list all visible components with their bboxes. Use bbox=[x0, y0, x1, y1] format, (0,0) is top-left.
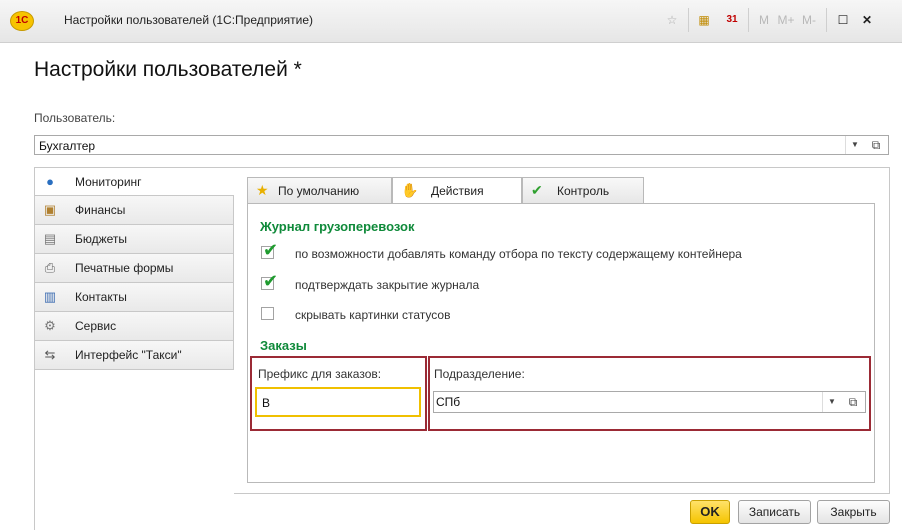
chevron-down-icon[interactable]: ▼ bbox=[822, 392, 841, 412]
user-value: Бухгалтер bbox=[39, 139, 96, 153]
memory-plus-button[interactable]: M+ bbox=[775, 10, 797, 30]
save-button[interactable]: Записать bbox=[738, 500, 811, 524]
prefix-label: Префикс для заказов: bbox=[258, 367, 382, 381]
star-icon: ★ bbox=[256, 182, 269, 198]
settings-sections-nav: ● Мониторинг ▣ Финансы ▤ Бюджеты ⎙ Печат… bbox=[34, 167, 234, 370]
close-button[interactable]: Закрыть bbox=[817, 500, 890, 524]
calculator-icon[interactable]: ▦ bbox=[694, 10, 714, 30]
close-icon[interactable]: ✕ bbox=[858, 10, 876, 30]
tab-default[interactable]: ★ По умолчанию bbox=[247, 177, 392, 203]
nav-item-label: Контакты bbox=[75, 290, 127, 304]
tab-control[interactable]: ✔ Контроль bbox=[522, 177, 644, 203]
checkbox-confirm-close-journal[interactable]: ✔ bbox=[261, 271, 278, 291]
globe-icon: ● bbox=[46, 174, 54, 189]
window-title-bar: 1С Настройки пользователей (1С:Предприят… bbox=[0, 0, 902, 43]
hand-icon: ✋ bbox=[401, 182, 419, 198]
checkmark-icon: ✔ bbox=[531, 182, 543, 198]
nav-item-label: Сервис bbox=[75, 319, 117, 333]
page-title: Настройки пользователей * bbox=[34, 58, 302, 81]
option-label: подтверждать закрытие журнала bbox=[295, 278, 480, 292]
open-icon[interactable]: ⧉ bbox=[843, 392, 863, 412]
nav-item-label: Мониторинг bbox=[75, 175, 142, 189]
app-logo-icon: 1С bbox=[10, 11, 34, 31]
window-title: Настройки пользователей (1С:Предприятие) bbox=[64, 13, 313, 27]
calculator-icon: ▤ bbox=[43, 231, 57, 246]
division-value: СПб bbox=[436, 395, 461, 409]
checkmark-icon: ✔ bbox=[263, 240, 279, 260]
checkmark-icon: ✔ bbox=[263, 271, 279, 291]
tab-panel-actions bbox=[247, 203, 875, 483]
nav-item-budgets[interactable]: ▤ Бюджеты bbox=[34, 225, 234, 254]
toolbar-separator bbox=[748, 8, 749, 32]
toolbar-separator bbox=[826, 8, 827, 32]
division-field[interactable]: СПб ▼ ⧉ bbox=[433, 391, 866, 413]
nav-border bbox=[34, 370, 35, 530]
nav-item-contacts[interactable]: ▥ Контакты bbox=[34, 283, 234, 312]
nav-item-label: Бюджеты bbox=[75, 232, 128, 246]
chevron-down-icon[interactable]: ▼ bbox=[845, 136, 864, 154]
maximize-icon[interactable]: ☐ bbox=[834, 10, 852, 30]
printer-icon: ⎙ bbox=[44, 260, 56, 275]
tab-actions[interactable]: ✋ Действия bbox=[392, 177, 522, 205]
finance-icon: ▣ bbox=[43, 202, 57, 217]
nav-item-label: Интерфейс "Такси" bbox=[75, 348, 182, 362]
nav-item-label: Печатные формы bbox=[75, 261, 174, 275]
option-label: по возможности добавлять команду отбора … bbox=[295, 247, 742, 261]
division-label: Подразделение: bbox=[434, 367, 525, 381]
nav-item-finance[interactable]: ▣ Финансы bbox=[34, 196, 234, 225]
option-label: скрывать картинки статусов bbox=[295, 308, 451, 322]
memory-button[interactable]: M bbox=[756, 10, 772, 30]
nav-item-label: Финансы bbox=[75, 203, 126, 217]
memory-minus-button[interactable]: M- bbox=[799, 10, 819, 30]
prefix-value: В bbox=[262, 396, 271, 410]
tab-label: Контроль bbox=[557, 184, 610, 198]
calendar-icon[interactable]: 31 bbox=[722, 10, 742, 30]
nav-item-print-forms[interactable]: ⎙ Печатные формы bbox=[34, 254, 234, 283]
interface-icon: ⇆ bbox=[44, 347, 56, 362]
user-field[interactable]: Бухгалтер ▼ ⧉ bbox=[34, 135, 889, 155]
tab-label: Действия bbox=[431, 184, 484, 198]
toolbar-separator bbox=[688, 8, 689, 32]
nav-item-taxi-interface[interactable]: ⇆ Интерфейс "Такси" bbox=[34, 341, 234, 370]
tab-label: По умолчанию bbox=[278, 184, 360, 198]
open-icon[interactable]: ⧉ bbox=[866, 136, 886, 154]
ok-button[interactable]: OK bbox=[690, 500, 730, 524]
prefix-input[interactable]: В bbox=[255, 387, 421, 417]
section-title-journal: Журнал грузоперевозок bbox=[260, 219, 415, 234]
gear-icon: ⚙ bbox=[44, 318, 56, 333]
nav-item-service[interactable]: ⚙ Сервис bbox=[34, 312, 234, 341]
contacts-icon: ▥ bbox=[43, 289, 57, 304]
favorites-icon[interactable]: ☆ bbox=[663, 10, 681, 30]
nav-item-monitoring[interactable]: ● Мониторинг bbox=[34, 167, 234, 196]
section-title-orders: Заказы bbox=[260, 338, 307, 353]
checkbox-hide-status-images[interactable] bbox=[261, 307, 274, 320]
user-label: Пользователь: bbox=[34, 111, 116, 125]
checkbox-add-filter-command[interactable]: ✔ bbox=[261, 240, 278, 260]
